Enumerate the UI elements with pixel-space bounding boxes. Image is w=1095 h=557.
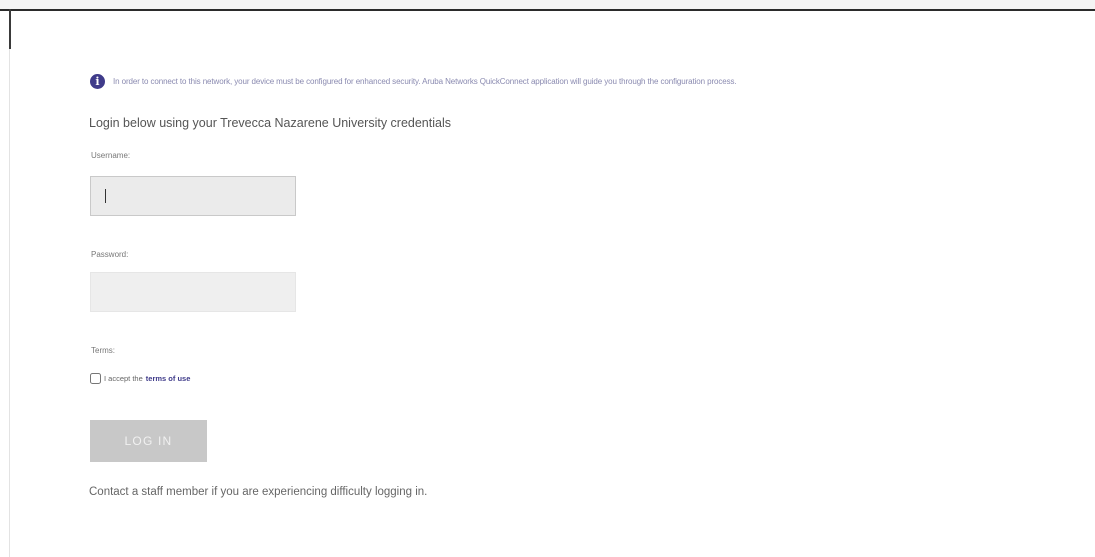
- text-caret: [105, 189, 106, 203]
- login-heading: Login below using your Trevecca Nazarene…: [89, 116, 451, 130]
- username-label: Username:: [91, 151, 131, 160]
- window-left-border: [9, 49, 10, 557]
- log-in-button[interactable]: LOG IN: [90, 420, 207, 462]
- accept-terms-text: I accept the: [104, 374, 143, 383]
- password-label: Password:: [91, 250, 129, 259]
- password-input[interactable]: [90, 272, 296, 312]
- terms-of-use-link[interactable]: terms of use: [146, 374, 191, 383]
- browser-top-edge: [0, 0, 1095, 13]
- window-left-edge: [9, 9, 11, 49]
- info-notice-text: In order to connect to this network, you…: [113, 76, 737, 86]
- help-text: Contact a staff member if you are experi…: [89, 486, 428, 498]
- terms-row: I accept the terms of use: [90, 373, 190, 384]
- terms-label: Terms:: [91, 346, 115, 355]
- terms-checkbox[interactable]: [90, 373, 101, 384]
- username-input[interactable]: [90, 176, 296, 216]
- info-icon: i: [90, 73, 105, 89]
- info-notice: i In order to connect to this network, y…: [90, 73, 737, 89]
